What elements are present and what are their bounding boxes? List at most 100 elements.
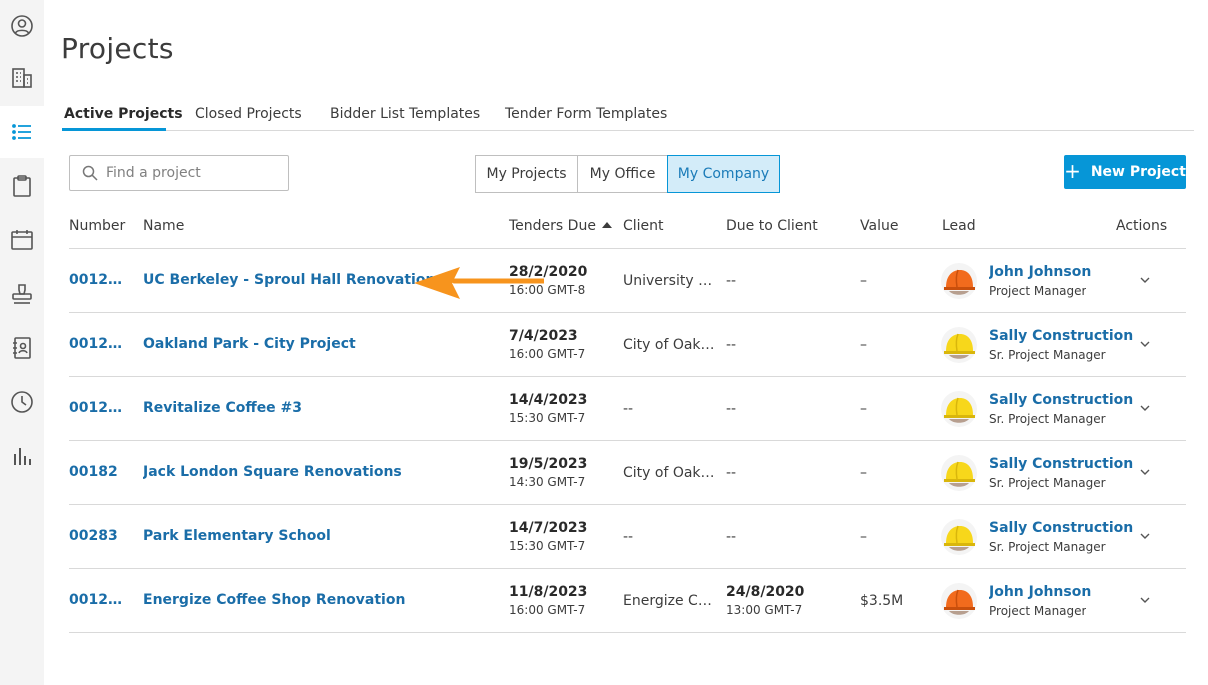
- project-name-link[interactable]: Revitalize Coffee #3: [143, 400, 302, 416]
- lead-role: Sr. Project Manager: [989, 412, 1106, 426]
- due-to-client-date: --: [726, 529, 737, 545]
- tenders-due-date: 11/8/2023: [509, 584, 588, 600]
- project-name-link[interactable]: UC Berkeley - Sproul Hall Renovations: [143, 272, 444, 288]
- row-divider: [69, 632, 1186, 633]
- project-number-link[interactable]: 00125 -...: [69, 592, 131, 608]
- filter-my-projects[interactable]: My Projects: [475, 155, 578, 193]
- project-value: –: [860, 273, 867, 289]
- table-row[interactable]: 00123 -... Oakland Park - City Project 7/4…: [0, 313, 1208, 377]
- project-name-link[interactable]: Jack London Square Renovations: [143, 464, 402, 480]
- project-number-link[interactable]: 00182: [69, 464, 131, 480]
- project-value: –: [860, 401, 867, 417]
- chevron-down-icon[interactable]: [1139, 468, 1151, 476]
- building-icon: [12, 68, 32, 88]
- sidebar-item-tasks[interactable]: [0, 160, 44, 212]
- chevron-down-icon[interactable]: [1139, 404, 1151, 412]
- search-input[interactable]: [106, 162, 282, 184]
- project-value: –: [860, 529, 867, 545]
- client-name: City of Oakl...: [623, 337, 716, 353]
- due-to-client-date: --: [726, 401, 737, 417]
- tab-bidder-list-templates[interactable]: Bidder List Templates: [330, 106, 480, 122]
- tab-bar: Active Projects Closed Projects Bidder L…: [62, 100, 1194, 131]
- column-header-lead[interactable]: Lead: [942, 218, 976, 234]
- sidebar-item-projects[interactable]: [0, 106, 44, 158]
- sidebar-item-profile[interactable]: [0, 0, 44, 52]
- new-project-button[interactable]: + New Project: [1064, 155, 1186, 189]
- due-to-client-date: 24/8/2020: [726, 584, 805, 600]
- search-box: [69, 155, 289, 191]
- tab-tender-form-templates[interactable]: Tender Form Templates: [505, 106, 667, 122]
- client-name: Energize Cof...: [623, 593, 716, 609]
- tab-closed-projects[interactable]: Closed Projects: [195, 106, 302, 122]
- chevron-down-icon[interactable]: [1139, 276, 1151, 284]
- column-header-tenders-due[interactable]: Tenders Due: [509, 218, 612, 234]
- project-name-link[interactable]: Energize Coffee Shop Renovation: [143, 592, 405, 608]
- column-header-name[interactable]: Name: [143, 218, 184, 234]
- chevron-down-icon[interactable]: [1139, 532, 1151, 540]
- due-to-client-date: --: [726, 337, 737, 353]
- clipboard-icon: [13, 175, 31, 197]
- lead-name-link[interactable]: John Johnson: [989, 264, 1091, 280]
- tenders-due-date: 7/4/2023: [509, 328, 578, 344]
- project-name-link[interactable]: Park Elementary School: [143, 528, 331, 544]
- project-name-link[interactable]: Oakland Park - City Project: [143, 336, 356, 352]
- new-project-label: New Project: [1090, 164, 1186, 180]
- project-number-link[interactable]: 00283: [69, 528, 131, 544]
- table-row[interactable]: 00182 Jack London Square Renovations 19/5/…: [0, 441, 1208, 505]
- lead-name-link[interactable]: Sally Construction: [989, 520, 1133, 536]
- user-circle-icon: [11, 15, 33, 37]
- project-value: –: [860, 465, 867, 481]
- tenders-due-date: 14/4/2023: [509, 392, 588, 408]
- lead-name-link[interactable]: Sally Construction: [989, 392, 1133, 408]
- lead-name-link[interactable]: Sally Construction: [989, 456, 1133, 472]
- due-to-client-time: 13:00 GMT-7: [726, 603, 803, 617]
- tenders-due-time: 15:30 GMT-7: [509, 539, 586, 553]
- tenders-due-time: 16:00 GMT-7: [509, 347, 586, 361]
- table-row[interactable]: 00124 -... UC Berkeley - Sproul Hall Reno…: [0, 249, 1208, 313]
- yellow-hard-hat-icon: [941, 455, 977, 491]
- column-header-actions: Actions: [1116, 218, 1168, 234]
- project-number-link[interactable]: 00124 -...: [69, 272, 131, 288]
- sidebar-item-companies[interactable]: [0, 52, 44, 104]
- project-number-link[interactable]: 00123 -...: [69, 336, 131, 352]
- due-to-client-date: --: [726, 465, 737, 481]
- orange-hard-hat-icon: [941, 583, 977, 619]
- table-row[interactable]: 00283 Park Elementary School 14/7/2023 15:3…: [0, 505, 1208, 569]
- filter-my-office[interactable]: My Office: [577, 155, 668, 193]
- project-value: –: [860, 337, 867, 353]
- plus-icon: +: [1064, 159, 1081, 183]
- orange-hard-hat-icon: [941, 263, 977, 299]
- tenders-due-time: 15:30 GMT-7: [509, 411, 586, 425]
- project-number-link[interactable]: 00125 -...: [69, 400, 131, 416]
- chevron-down-icon[interactable]: [1139, 340, 1151, 348]
- client-name: --: [623, 401, 634, 417]
- tenders-due-time: 16:00 GMT-7: [509, 603, 586, 617]
- client-name: City of Oakl...: [623, 465, 716, 481]
- table-row[interactable]: 00125 -... Revitalize Coffee #3 14/4/2023 1…: [0, 377, 1208, 441]
- column-header-number[interactable]: Number: [69, 218, 125, 234]
- lead-role: Project Manager: [989, 284, 1087, 298]
- list-icon: [12, 124, 31, 140]
- column-header-value[interactable]: Value: [860, 218, 898, 234]
- tenders-due-time: 14:30 GMT-7: [509, 475, 586, 489]
- lead-role: Project Manager: [989, 604, 1087, 618]
- client-name: University o...: [623, 273, 716, 289]
- column-header-due-to-client[interactable]: Due to Client: [726, 218, 818, 234]
- project-value: $3.5M: [860, 593, 904, 609]
- lead-name-link[interactable]: John Johnson: [989, 584, 1091, 600]
- table-row[interactable]: 00125 -... Energize Coffee Shop Renovatio…: [0, 569, 1208, 633]
- sort-ascending-icon: [601, 222, 612, 228]
- page-title: Projects: [61, 32, 174, 65]
- column-header-tenders-due-label: Tenders Due: [509, 218, 596, 234]
- yellow-hard-hat-icon: [941, 327, 977, 363]
- lead-role: Sr. Project Manager: [989, 476, 1106, 490]
- tab-active-projects[interactable]: Active Projects: [64, 106, 183, 122]
- orange-arrow-icon: [414, 267, 544, 299]
- lead-name-link[interactable]: Sally Construction: [989, 328, 1133, 344]
- tenders-due-date: 19/5/2023: [509, 456, 588, 472]
- column-header-client[interactable]: Client: [623, 218, 664, 234]
- client-name: --: [623, 529, 634, 545]
- lead-role: Sr. Project Manager: [989, 540, 1106, 554]
- filter-my-company[interactable]: My Company: [667, 155, 780, 193]
- chevron-down-icon[interactable]: [1139, 596, 1151, 604]
